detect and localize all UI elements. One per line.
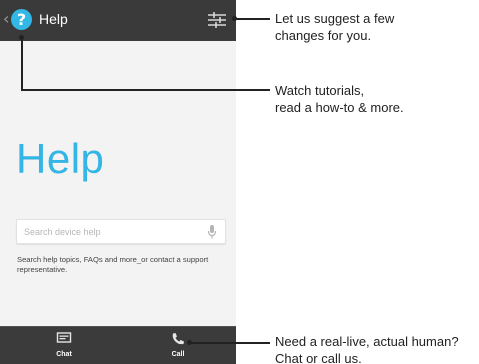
callout-human: Need a real-live, actual human? Chat or …	[275, 333, 459, 364]
app-bar: ‹ ? Help	[0, 0, 236, 41]
helper-text: Search help topics, FAQs and more_or con…	[17, 255, 209, 274]
callout-leader-line	[190, 342, 270, 344]
phone-icon	[172, 333, 184, 345]
microphone-icon[interactable]	[207, 224, 217, 240]
callout-leader-line	[21, 89, 270, 91]
callout-suggestions: Let us suggest a few changes for you.	[275, 10, 394, 44]
callout-text-line: read a how-to & more.	[275, 100, 404, 115]
callout-text-line: Chat or call us.	[275, 351, 362, 364]
chat-icon	[56, 332, 72, 343]
callout-text-line: Need a real-live, actual human?	[275, 334, 459, 349]
callout-leader-line	[236, 18, 270, 20]
call-label: Call	[171, 351, 185, 358]
call-button[interactable]: Call	[148, 331, 208, 360]
callout-text-line: Watch tutorials,	[275, 83, 365, 98]
callout-text-line: Let us suggest a few	[275, 11, 395, 26]
help-content: Help Search device help Search help topi…	[0, 41, 236, 326]
app-title: Help	[39, 11, 68, 27]
sliders-icon[interactable]	[206, 9, 228, 31]
help-question-icon[interactable]: ?	[11, 9, 32, 30]
callout-text-line: changes for you.	[275, 28, 372, 43]
bottom-bar: Chat Call	[0, 326, 236, 364]
chevron-left-icon[interactable]: ‹	[3, 9, 9, 29]
chat-button[interactable]: Chat	[34, 331, 94, 360]
callout-tutorials: Watch tutorials, read a how-to & more.	[275, 82, 404, 116]
search-placeholder: Search device help	[24, 227, 101, 237]
phone-screen: ‹ ? Help Help Search device help Search	[0, 0, 236, 364]
chat-label: Chat	[56, 351, 72, 358]
search-input[interactable]: Search device help	[16, 219, 226, 244]
callout-leader-line	[21, 37, 23, 90]
help-heading: Help	[16, 135, 105, 182]
